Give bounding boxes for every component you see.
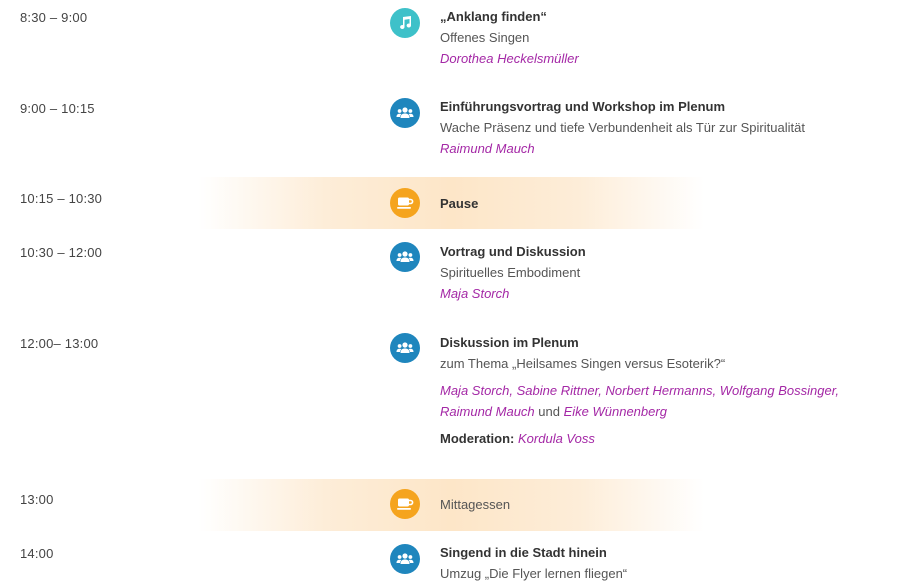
speaker-name[interactable]: Eike Wünnenberg: [564, 404, 667, 419]
moderator-name[interactable]: Kordula Voss: [518, 431, 595, 446]
session-subtitle: Spirituelles Embodiment: [440, 265, 581, 280]
group-icon: [390, 544, 420, 574]
session-title: Singend in die Stadt hinein: [440, 545, 607, 560]
session-title: Pause: [440, 196, 479, 211]
separator: ,: [509, 383, 517, 398]
session-content: Vortrag und Diskussion Spirituelles Embo…: [440, 241, 895, 304]
separator: ,: [712, 383, 720, 398]
group-icon: [390, 242, 420, 272]
speaker-name[interactable]: Maja Storch: [440, 283, 895, 304]
separator: ,: [598, 383, 606, 398]
speaker-name[interactable]: Raimund Mauch: [440, 138, 895, 159]
time-label: 10:30 – 12:00: [20, 245, 103, 260]
coffee-cup-icon: [390, 489, 420, 519]
group-icon: [390, 333, 420, 363]
session-content: „Anklang finden“ Offenes Singen Dorothea…: [440, 6, 895, 69]
speaker-name[interactable]: Norbert Hermanns: [606, 383, 713, 398]
session-content: Einführungsvortrag und Workshop im Plenu…: [440, 96, 895, 159]
time-label: 12:00– 13:00: [20, 336, 99, 351]
moderation-line: Moderation: Kordula Voss: [440, 428, 895, 449]
participants-list: Maja Storch, Sabine Rittner, Norbert Her…: [440, 380, 895, 422]
time-label: 13:00: [20, 492, 54, 507]
session-content: Pause: [440, 193, 895, 214]
schedule-row: 8:30 – 9:00 „Anklang finden“ Offenes Sin…: [0, 0, 903, 80]
break-row: 10:15 – 10:30 Pause: [0, 177, 903, 229]
session-content: Mittagessen: [440, 494, 895, 515]
speaker-name[interactable]: Maja Storch: [440, 383, 509, 398]
session-subtitle: Umzug „Die Flyer lernen fliegen“: [440, 566, 628, 581]
separator: und: [534, 404, 564, 419]
speaker-name[interactable]: Sabine Rittner: [517, 383, 599, 398]
break-row: 13:00 Mittagessen: [0, 479, 903, 531]
group-icon: [390, 98, 420, 128]
session-title: Vortrag und Diskussion: [440, 244, 586, 259]
schedule-page: 8:30 – 9:00 „Anklang finden“ Offenes Sin…: [0, 0, 903, 583]
speaker-name[interactable]: Wolfgang Bossinger: [720, 383, 836, 398]
time-label: 9:00 – 10:15: [20, 101, 95, 116]
session-title: „Anklang finden“: [440, 9, 547, 24]
schedule-row: 12:00– 13:00 Diskussion im Plenum zum Th…: [0, 330, 903, 470]
music-note-icon: [390, 8, 420, 38]
session-subtitle: Wache Präsenz und tiefe Verbundenheit al…: [440, 120, 805, 135]
time-label: 14:00: [20, 546, 54, 561]
session-content: Diskussion im Plenum zum Thema „Heilsame…: [440, 332, 895, 449]
session-title: Diskussion im Plenum: [440, 335, 579, 350]
speaker-name[interactable]: Dorothea Heckelsmüller: [440, 48, 895, 69]
time-label: 10:15 – 10:30: [20, 191, 103, 206]
speaker-name[interactable]: Raimund Mauch: [440, 404, 535, 419]
schedule-row: 10:30 – 12:00 Vortrag und Diskussion Spi…: [0, 239, 903, 319]
session-subtitle: Offenes Singen: [440, 30, 530, 45]
time-label: 8:30 – 9:00: [20, 10, 88, 25]
session-title: Einführungsvortrag und Workshop im Plenu…: [440, 99, 726, 114]
schedule-row: 9:00 – 10:15 Einführungsvortrag und Work…: [0, 93, 903, 173]
session-title: Mittagessen: [440, 497, 511, 512]
separator: ,: [835, 383, 839, 398]
moderation-label: Moderation:: [440, 431, 515, 446]
session-subtitle: zum Thema „Heilsames Singen versus Esote…: [440, 356, 726, 371]
session-content: Singend in die Stadt hinein Umzug „Die F…: [440, 542, 895, 583]
coffee-cup-icon: [390, 188, 420, 218]
schedule-row: 14:00 Singend in die Stadt hinein Umzug …: [0, 538, 903, 583]
